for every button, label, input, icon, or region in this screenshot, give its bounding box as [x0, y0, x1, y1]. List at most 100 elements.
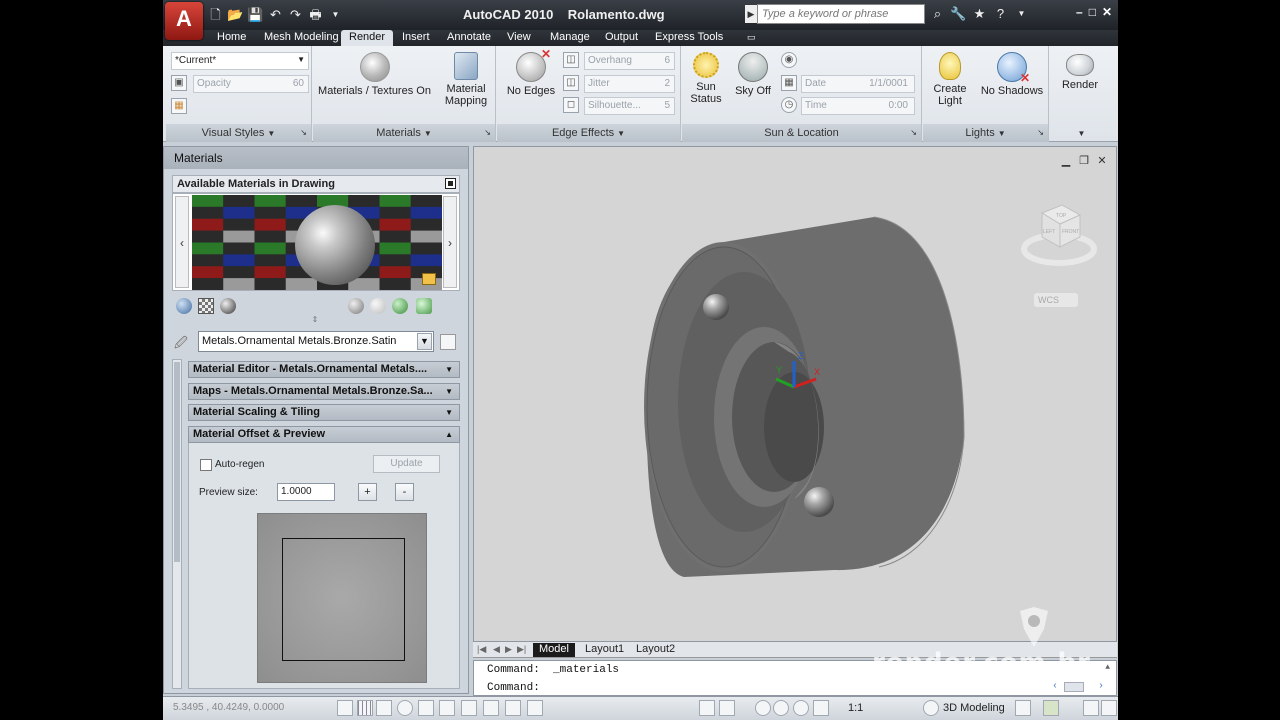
undo-icon[interactable]: ↶	[267, 6, 284, 23]
overhang-slider[interactable]: Overhang 6	[584, 52, 675, 70]
sun-location-title[interactable]: Sun & Location ↘	[682, 124, 921, 142]
annotation-visibility-icon[interactable]	[871, 700, 887, 716]
swatch-next-button[interactable]: ›	[443, 196, 457, 288]
sky-off-button[interactable]: Sky Off	[732, 52, 774, 97]
swatch-geometry-icon[interactable]	[176, 298, 192, 314]
pan-icon[interactable]	[755, 700, 771, 716]
isolate-objects-icon[interactable]	[1083, 700, 1099, 716]
zoom-out-button[interactable]: -	[395, 483, 414, 501]
material-new-icon[interactable]	[440, 334, 456, 350]
create-material-icon[interactable]	[348, 298, 364, 314]
lights-title[interactable]: Lights ▼ ↘	[923, 124, 1048, 142]
visual-styles-title[interactable]: Visual Styles ▼ ↘	[166, 124, 311, 142]
preview-size-input[interactable]: 1.0000	[277, 483, 335, 501]
tab-mesh-modeling[interactable]: Mesh Modeling	[256, 30, 347, 46]
3d-osnap-icon[interactable]	[439, 700, 455, 716]
tab-insert[interactable]: Insert	[394, 30, 438, 46]
scroll-thumb[interactable]	[174, 362, 180, 562]
cmd-scroll-right-icon[interactable]: ›	[1098, 681, 1104, 692]
new-file-icon[interactable]: 🗋	[207, 6, 224, 23]
time-slider[interactable]: Time 0:00	[801, 97, 915, 115]
tab-layout2[interactable]: Layout2	[630, 643, 681, 657]
tab-layout1[interactable]: Layout1	[579, 643, 630, 657]
prev-layout-icon[interactable]: ◀	[493, 644, 500, 655]
cmd-hscroll-thumb[interactable]	[1064, 682, 1084, 692]
zoom-icon[interactable]	[773, 700, 789, 716]
steeringwheel-icon[interactable]	[793, 700, 809, 716]
otrack-icon[interactable]	[461, 700, 477, 716]
minimize-icon[interactable]: –	[1076, 5, 1083, 19]
materials-title[interactable]: Materials ▼ ↘	[313, 124, 495, 142]
last-layout-icon[interactable]: ▶|	[517, 644, 526, 655]
redo-icon[interactable]: ↷	[287, 6, 304, 23]
search-input[interactable]: Type a keyword or phrase	[757, 4, 925, 24]
jitter-slider[interactable]: Jitter 2	[584, 75, 675, 93]
annotation-scale[interactable]: 1:1	[848, 702, 863, 714]
create-light-button[interactable]: Create Light	[925, 52, 975, 107]
drawing-viewport[interactable]: ▁ ❐ ✕ Y X Z TOP LEFT FRONT WCS	[473, 146, 1117, 642]
workspace-gear-icon[interactable]	[923, 700, 939, 716]
first-layout-icon[interactable]: |◀	[477, 644, 486, 655]
jitter-icon[interactable]: ◫	[563, 75, 579, 91]
osnap-icon[interactable]	[418, 700, 434, 716]
date-slider[interactable]: Date 1/1/0001	[801, 75, 915, 93]
plot-icon[interactable]: 🖶	[307, 6, 324, 23]
save-icon[interactable]: 💾	[247, 6, 264, 23]
palette-title[interactable]: Materials	[164, 147, 468, 169]
sun-status-button[interactable]: Sun Status	[686, 52, 726, 105]
tab-view[interactable]: View	[499, 30, 539, 46]
zoom-in-button[interactable]: +	[358, 483, 377, 501]
help-icon[interactable]: ?	[992, 5, 1009, 23]
clock-icon[interactable]: ◷	[781, 97, 797, 113]
workspace-switcher[interactable]: 3D Modeling	[943, 702, 1005, 714]
open-file-icon[interactable]: 📂	[227, 6, 244, 23]
auto-regen-checkbox[interactable]	[200, 459, 212, 471]
help-dropdown-icon[interactable]: ▼	[1013, 5, 1030, 23]
app-menu-button[interactable]: A	[165, 2, 203, 40]
ribbon-minimize-icon[interactable]: ▭	[739, 30, 764, 46]
update-button[interactable]: Update	[373, 455, 440, 473]
opacity-icon[interactable]: ▣	[171, 75, 187, 91]
clean-screen-icon[interactable]	[1101, 700, 1117, 716]
section-material-editor[interactable]: Material Editor - Metals.Ornamental Meta…	[188, 361, 460, 378]
edge-effects-title[interactable]: Edge Effects ▼	[497, 124, 680, 142]
available-materials-header[interactable]: Available Materials in Drawing	[172, 175, 460, 193]
splitter-icon[interactable]: ⇕	[310, 315, 320, 325]
tab-annotate[interactable]: Annotate	[439, 30, 499, 46]
section-maps[interactable]: Maps - Metals.Ornamental Metals.Bronze.S…	[188, 383, 460, 400]
materials-textures-button[interactable]: Materials / Textures On	[317, 52, 432, 97]
model-space-icon[interactable]	[699, 700, 715, 716]
render-title[interactable]: ▼	[1050, 124, 1110, 142]
close-icon[interactable]: ✕	[1102, 5, 1112, 19]
chevron-down-icon[interactable]: ▼	[417, 333, 432, 350]
binoculars-icon[interactable]: ⌕	[929, 5, 946, 23]
maximize-icon[interactable]: □	[1089, 5, 1096, 19]
tab-manage[interactable]: Manage	[542, 30, 598, 46]
tab-express-tools[interactable]: Express Tools	[647, 30, 731, 46]
ducs-icon[interactable]	[483, 700, 499, 716]
grid-icon[interactable]	[357, 700, 373, 716]
cmd-scroll-up-icon[interactable]: ▲	[1105, 663, 1110, 672]
face-color-icon[interactable]: ▦	[171, 98, 187, 114]
section-offset-preview[interactable]: Material Offset & Preview ▲	[188, 426, 460, 443]
palette-scrollbar[interactable]	[172, 359, 182, 689]
purge-material-icon[interactable]	[370, 298, 386, 314]
overhang-icon[interactable]: ◫	[563, 52, 579, 68]
calendar-icon[interactable]: ▦	[781, 75, 797, 91]
next-layout-icon[interactable]: ▶	[505, 644, 512, 655]
visual-style-select[interactable]: *Current* ▼	[171, 52, 309, 70]
material-mapping-button[interactable]: Material Mapping	[439, 52, 493, 107]
apply-material-icon[interactable]	[392, 298, 408, 314]
tab-home[interactable]: Home	[209, 30, 254, 46]
cmd-scroll-left-icon[interactable]: ‹	[1052, 681, 1058, 692]
bearing-model[interactable]	[644, 216, 965, 577]
swatch-prev-button[interactable]: ‹	[175, 196, 189, 288]
section-scaling-tiling[interactable]: Material Scaling & Tiling ▼	[188, 404, 460, 421]
material-swatch[interactable]	[192, 195, 442, 290]
geolocation-icon[interactable]: ◉	[781, 52, 797, 68]
preview-shading-icon[interactable]	[220, 298, 236, 314]
command-prompt[interactable]: Command:	[487, 682, 540, 694]
showmotion-icon[interactable]	[813, 700, 829, 716]
silhouette-slider[interactable]: Silhouette... 5	[584, 97, 675, 115]
polar-icon[interactable]	[397, 700, 413, 716]
